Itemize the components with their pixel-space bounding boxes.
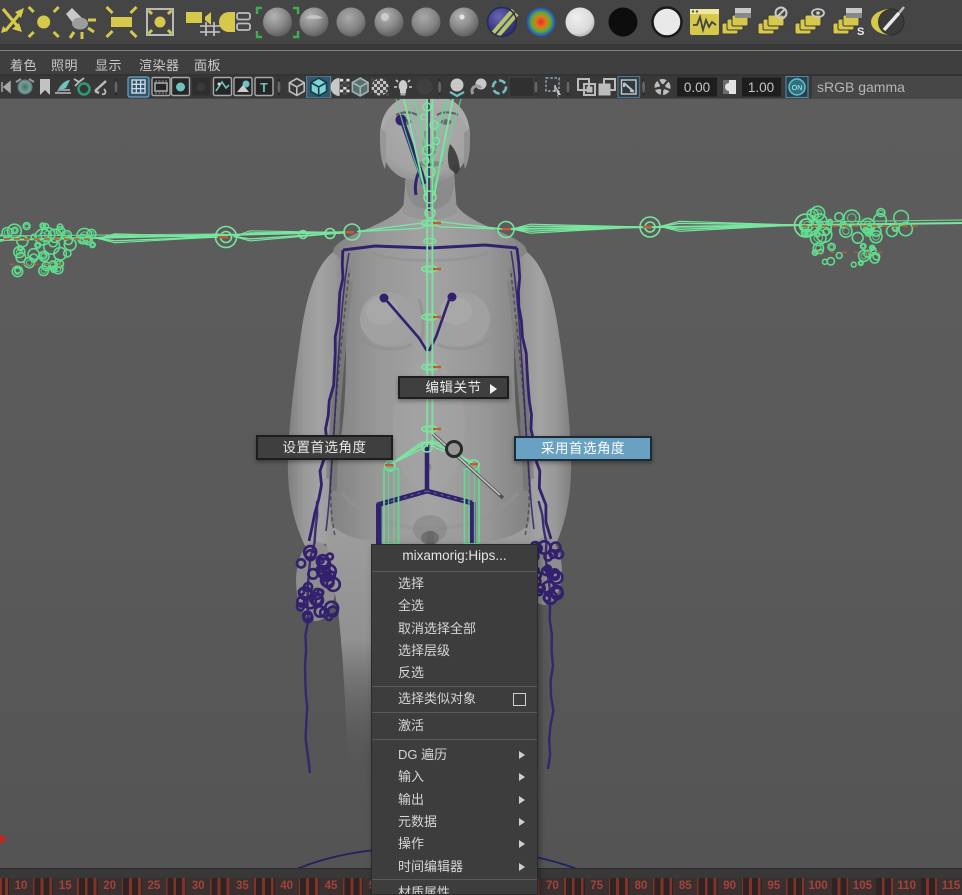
svg-text:sRGB gamma: sRGB gamma bbox=[817, 79, 905, 95]
svg-text:1.00: 1.00 bbox=[748, 80, 774, 95]
svg-text:ON: ON bbox=[792, 85, 803, 92]
svg-text:0.00: 0.00 bbox=[684, 80, 710, 95]
svg-text:T: T bbox=[260, 81, 268, 95]
svg-text:S: S bbox=[857, 26, 864, 38]
